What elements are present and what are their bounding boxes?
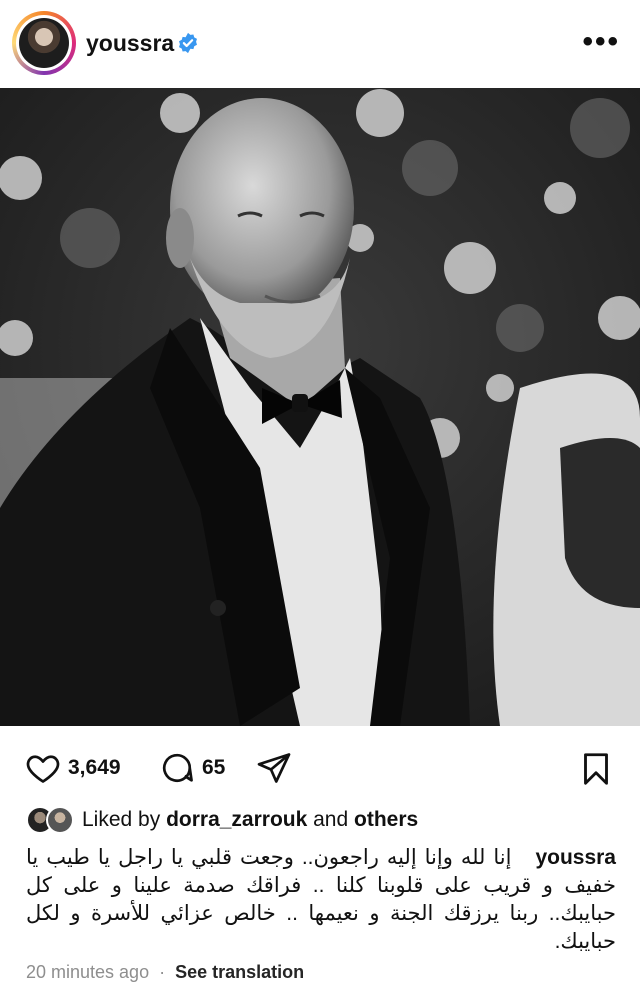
bookmark-icon	[584, 753, 608, 785]
comment-bubble-icon	[162, 753, 193, 783]
post-caption: youssra إنا لله وإنا إليه راجعون.. وجعت …	[26, 844, 616, 956]
more-options-icon[interactable]: •••	[582, 27, 620, 57]
liked-by-row[interactable]: Liked by dorra_zarrouk and others	[26, 806, 418, 834]
post-meta: 20 minutes ago · See translation	[26, 962, 304, 983]
comment-button[interactable]: 65	[158, 750, 225, 786]
see-translation-link[interactable]: See translation	[175, 962, 304, 982]
post-header: youssra •••	[0, 0, 640, 86]
heart-icon	[26, 755, 60, 783]
post-photo[interactable]	[0, 88, 640, 726]
liked-by-and: and	[313, 808, 349, 831]
liked-by-user[interactable]: dorra_zarrouk	[166, 808, 307, 832]
share-button[interactable]	[254, 750, 294, 786]
comments-count[interactable]: 65	[202, 756, 225, 780]
liked-by-others[interactable]: others	[354, 808, 418, 832]
action-bar: 3,649 65	[0, 746, 640, 790]
profile-avatar[interactable]	[12, 11, 76, 75]
timestamp: 20 minutes ago	[26, 962, 150, 982]
verified-badge-icon	[179, 32, 197, 54]
likes-count[interactable]: 3,649	[68, 756, 121, 780]
caption-text: إنا لله وإنا إليه راجعون.. وجعت قلبي يا …	[26, 846, 616, 953]
meta-separator: ·	[159, 962, 166, 982]
save-button[interactable]	[578, 750, 614, 788]
caption-username[interactable]: youssra	[535, 846, 616, 869]
like-button[interactable]: 3,649	[24, 750, 121, 786]
liked-by-prefix: Liked by	[82, 808, 161, 831]
paper-plane-icon	[257, 753, 291, 783]
username[interactable]: youssra	[86, 30, 174, 57]
liker-avatar	[46, 806, 74, 834]
